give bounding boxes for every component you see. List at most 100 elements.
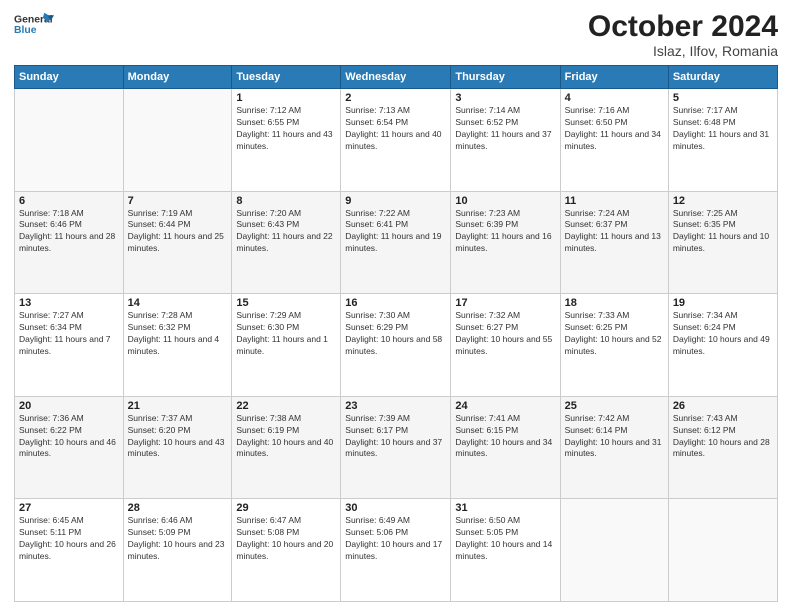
day-number: 1: [236, 92, 336, 104]
logo-svg: General Blue: [14, 10, 54, 38]
day-number: 6: [19, 195, 119, 207]
day-number: 16: [345, 297, 446, 309]
day-info: Sunrise: 6:47 AMSunset: 5:08 PMDaylight:…: [236, 515, 336, 563]
header-cell-friday: Friday: [560, 66, 668, 89]
day-number: 3: [455, 92, 555, 104]
calendar-cell: [560, 499, 668, 602]
day-info: Sunrise: 7:18 AMSunset: 6:46 PMDaylight:…: [19, 208, 119, 256]
week-row-2: 6Sunrise: 7:18 AMSunset: 6:46 PMDaylight…: [15, 191, 778, 294]
page: General Blue October 2024 Islaz, Ilfov, …: [0, 0, 792, 612]
day-info: Sunrise: 6:49 AMSunset: 5:06 PMDaylight:…: [345, 515, 446, 563]
day-info: Sunrise: 7:33 AMSunset: 6:25 PMDaylight:…: [565, 310, 664, 358]
day-info: Sunrise: 7:25 AMSunset: 6:35 PMDaylight:…: [673, 208, 773, 256]
day-number: 10: [455, 195, 555, 207]
day-number: 14: [128, 297, 228, 309]
calendar-cell: 22Sunrise: 7:38 AMSunset: 6:19 PMDayligh…: [232, 396, 341, 499]
header-cell-monday: Monday: [123, 66, 232, 89]
day-info: Sunrise: 7:30 AMSunset: 6:29 PMDaylight:…: [345, 310, 446, 358]
calendar-cell: 18Sunrise: 7:33 AMSunset: 6:25 PMDayligh…: [560, 294, 668, 397]
week-row-4: 20Sunrise: 7:36 AMSunset: 6:22 PMDayligh…: [15, 396, 778, 499]
day-number: 20: [19, 400, 119, 412]
day-number: 31: [455, 502, 555, 514]
day-number: 18: [565, 297, 664, 309]
page-title: October 2024: [588, 10, 778, 43]
week-row-3: 13Sunrise: 7:27 AMSunset: 6:34 PMDayligh…: [15, 294, 778, 397]
calendar-cell: 26Sunrise: 7:43 AMSunset: 6:12 PMDayligh…: [668, 396, 777, 499]
day-number: 2: [345, 92, 446, 104]
day-number: 28: [128, 502, 228, 514]
title-block: October 2024 Islaz, Ilfov, Romania: [588, 10, 778, 59]
day-number: 5: [673, 92, 773, 104]
calendar-cell: 6Sunrise: 7:18 AMSunset: 6:46 PMDaylight…: [15, 191, 124, 294]
day-info: Sunrise: 7:14 AMSunset: 6:52 PMDaylight:…: [455, 105, 555, 153]
day-number: 15: [236, 297, 336, 309]
calendar-cell: 15Sunrise: 7:29 AMSunset: 6:30 PMDayligh…: [232, 294, 341, 397]
day-info: Sunrise: 6:50 AMSunset: 5:05 PMDaylight:…: [455, 515, 555, 563]
day-number: 19: [673, 297, 773, 309]
calendar-cell: [123, 89, 232, 192]
day-number: 4: [565, 92, 664, 104]
header: General Blue October 2024 Islaz, Ilfov, …: [14, 10, 778, 59]
day-info: Sunrise: 7:43 AMSunset: 6:12 PMDaylight:…: [673, 413, 773, 461]
calendar-cell: [668, 499, 777, 602]
day-number: 22: [236, 400, 336, 412]
day-info: Sunrise: 7:24 AMSunset: 6:37 PMDaylight:…: [565, 208, 664, 256]
calendar-cell: 17Sunrise: 7:32 AMSunset: 6:27 PMDayligh…: [451, 294, 560, 397]
day-info: Sunrise: 7:22 AMSunset: 6:41 PMDaylight:…: [345, 208, 446, 256]
day-info: Sunrise: 6:46 AMSunset: 5:09 PMDaylight:…: [128, 515, 228, 563]
header-row: SundayMondayTuesdayWednesdayThursdayFrid…: [15, 66, 778, 89]
week-row-1: 1Sunrise: 7:12 AMSunset: 6:55 PMDaylight…: [15, 89, 778, 192]
calendar-cell: 2Sunrise: 7:13 AMSunset: 6:54 PMDaylight…: [341, 89, 451, 192]
header-cell-saturday: Saturday: [668, 66, 777, 89]
calendar-cell: 29Sunrise: 6:47 AMSunset: 5:08 PMDayligh…: [232, 499, 341, 602]
day-info: Sunrise: 7:42 AMSunset: 6:14 PMDaylight:…: [565, 413, 664, 461]
day-info: Sunrise: 7:37 AMSunset: 6:20 PMDaylight:…: [128, 413, 228, 461]
day-number: 24: [455, 400, 555, 412]
calendar-cell: [15, 89, 124, 192]
day-number: 17: [455, 297, 555, 309]
calendar-cell: 7Sunrise: 7:19 AMSunset: 6:44 PMDaylight…: [123, 191, 232, 294]
calendar-cell: 31Sunrise: 6:50 AMSunset: 5:05 PMDayligh…: [451, 499, 560, 602]
day-info: Sunrise: 7:13 AMSunset: 6:54 PMDaylight:…: [345, 105, 446, 153]
day-number: 7: [128, 195, 228, 207]
day-info: Sunrise: 7:32 AMSunset: 6:27 PMDaylight:…: [455, 310, 555, 358]
header-cell-tuesday: Tuesday: [232, 66, 341, 89]
day-number: 29: [236, 502, 336, 514]
day-info: Sunrise: 7:34 AMSunset: 6:24 PMDaylight:…: [673, 310, 773, 358]
logo: General Blue: [14, 10, 54, 38]
calendar-cell: 20Sunrise: 7:36 AMSunset: 6:22 PMDayligh…: [15, 396, 124, 499]
calendar-cell: 14Sunrise: 7:28 AMSunset: 6:32 PMDayligh…: [123, 294, 232, 397]
day-info: Sunrise: 7:36 AMSunset: 6:22 PMDaylight:…: [19, 413, 119, 461]
calendar-cell: 12Sunrise: 7:25 AMSunset: 6:35 PMDayligh…: [668, 191, 777, 294]
calendar-cell: 19Sunrise: 7:34 AMSunset: 6:24 PMDayligh…: [668, 294, 777, 397]
day-info: Sunrise: 7:19 AMSunset: 6:44 PMDaylight:…: [128, 208, 228, 256]
page-subtitle: Islaz, Ilfov, Romania: [588, 43, 778, 59]
day-number: 30: [345, 502, 446, 514]
day-info: Sunrise: 7:41 AMSunset: 6:15 PMDaylight:…: [455, 413, 555, 461]
calendar-cell: 27Sunrise: 6:45 AMSunset: 5:11 PMDayligh…: [15, 499, 124, 602]
day-info: Sunrise: 7:12 AMSunset: 6:55 PMDaylight:…: [236, 105, 336, 153]
calendar-cell: 30Sunrise: 6:49 AMSunset: 5:06 PMDayligh…: [341, 499, 451, 602]
svg-text:Blue: Blue: [14, 25, 37, 36]
day-number: 25: [565, 400, 664, 412]
day-number: 21: [128, 400, 228, 412]
header-cell-wednesday: Wednesday: [341, 66, 451, 89]
day-number: 8: [236, 195, 336, 207]
day-number: 26: [673, 400, 773, 412]
header-cell-thursday: Thursday: [451, 66, 560, 89]
day-info: Sunrise: 7:17 AMSunset: 6:48 PMDaylight:…: [673, 105, 773, 153]
day-info: Sunrise: 7:28 AMSunset: 6:32 PMDaylight:…: [128, 310, 228, 358]
day-number: 12: [673, 195, 773, 207]
calendar-cell: 24Sunrise: 7:41 AMSunset: 6:15 PMDayligh…: [451, 396, 560, 499]
day-info: Sunrise: 6:45 AMSunset: 5:11 PMDaylight:…: [19, 515, 119, 563]
day-info: Sunrise: 7:20 AMSunset: 6:43 PMDaylight:…: [236, 208, 336, 256]
calendar-cell: 21Sunrise: 7:37 AMSunset: 6:20 PMDayligh…: [123, 396, 232, 499]
day-info: Sunrise: 7:27 AMSunset: 6:34 PMDaylight:…: [19, 310, 119, 358]
week-row-5: 27Sunrise: 6:45 AMSunset: 5:11 PMDayligh…: [15, 499, 778, 602]
calendar-cell: 28Sunrise: 6:46 AMSunset: 5:09 PMDayligh…: [123, 499, 232, 602]
day-info: Sunrise: 7:39 AMSunset: 6:17 PMDaylight:…: [345, 413, 446, 461]
day-info: Sunrise: 7:38 AMSunset: 6:19 PMDaylight:…: [236, 413, 336, 461]
calendar-cell: 3Sunrise: 7:14 AMSunset: 6:52 PMDaylight…: [451, 89, 560, 192]
calendar-cell: 10Sunrise: 7:23 AMSunset: 6:39 PMDayligh…: [451, 191, 560, 294]
calendar-cell: 23Sunrise: 7:39 AMSunset: 6:17 PMDayligh…: [341, 396, 451, 499]
